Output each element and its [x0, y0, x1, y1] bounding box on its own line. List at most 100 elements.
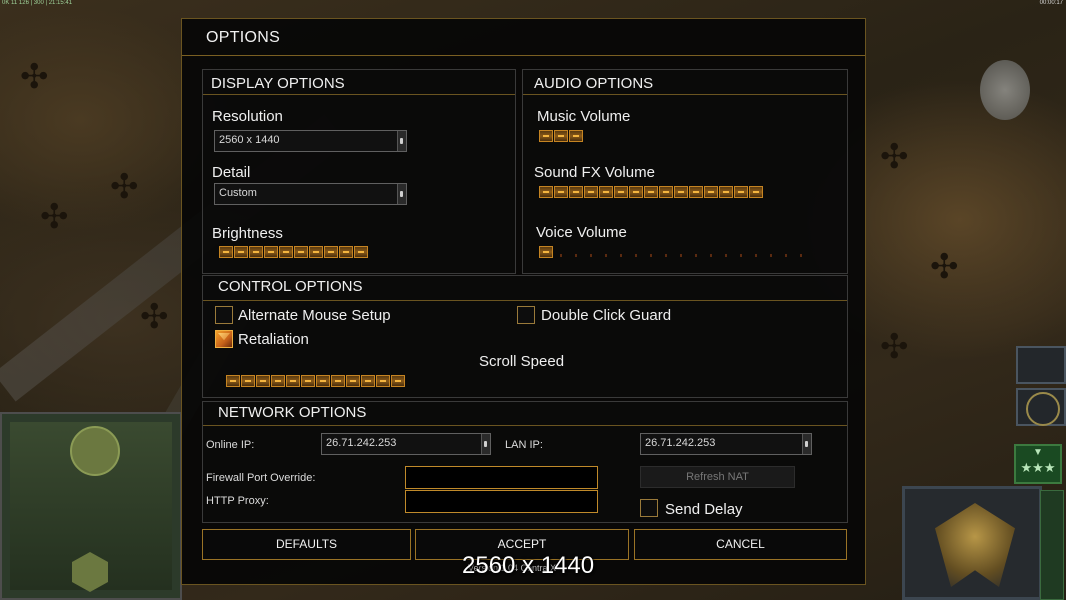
slider-segment-filled[interactable]	[539, 130, 553, 142]
slider-segment-filled[interactable]	[309, 246, 323, 258]
slider-segment-filled[interactable]	[346, 375, 360, 387]
slider-segment-filled[interactable]	[614, 186, 628, 198]
slider-segment-empty[interactable]	[644, 246, 658, 258]
slider-segment-filled[interactable]	[719, 186, 733, 198]
slider-segment-filled[interactable]	[554, 186, 568, 198]
slider-segment-filled[interactable]	[339, 246, 353, 258]
lan-ip-dropdown[interactable]: 26.71.242.253	[640, 433, 812, 455]
alternate-mouse-checkbox[interactable]	[215, 306, 233, 324]
slider-segment-empty[interactable]	[659, 246, 673, 258]
power-bar	[1040, 490, 1064, 600]
slider-segment-filled[interactable]	[301, 375, 315, 387]
slider-segment-filled[interactable]	[286, 375, 300, 387]
divider	[203, 300, 847, 301]
minimap[interactable]	[0, 412, 182, 600]
sfx-volume-slider[interactable]	[539, 186, 763, 200]
slider-segment-empty[interactable]	[614, 246, 628, 258]
slider-segment-empty[interactable]	[674, 246, 688, 258]
scroll-speed-slider[interactable]	[226, 375, 405, 389]
double-click-guard-label[interactable]: Double Click Guard	[541, 307, 671, 324]
slider-segment-empty[interactable]	[734, 246, 748, 258]
slider-segment-filled[interactable]	[689, 186, 703, 198]
slider-segment-empty[interactable]	[629, 246, 643, 258]
slider-segment-empty[interactable]	[794, 246, 808, 258]
send-delay-label[interactable]: Send Delay	[665, 501, 743, 518]
slider-segment-filled[interactable]	[324, 246, 338, 258]
options-window: OPTIONS DISPLAY OPTIONS Resolution 2560 …	[181, 18, 866, 585]
slider-segment-filled[interactable]	[234, 246, 248, 258]
slider-segment-filled[interactable]	[584, 186, 598, 198]
slider-segment-filled[interactable]	[316, 375, 330, 387]
slider-segment-filled[interactable]	[361, 375, 375, 387]
http-proxy-input[interactable]	[405, 490, 598, 513]
slider-segment-empty[interactable]	[719, 246, 733, 258]
online-ip-label: Online IP:	[206, 439, 255, 451]
slider-segment-filled[interactable]	[226, 375, 240, 387]
brightness-slider[interactable]	[219, 246, 368, 260]
cancel-button[interactable]: CANCEL	[634, 529, 847, 560]
slider-segment-filled[interactable]	[271, 375, 285, 387]
double-click-guard-checkbox[interactable]	[517, 306, 535, 324]
slider-segment-filled[interactable]	[256, 375, 270, 387]
resolution-dropdown[interactable]: 2560 x 1440	[214, 130, 407, 152]
firewall-port-input[interactable]	[405, 466, 598, 489]
slider-segment-filled[interactable]	[539, 246, 553, 258]
compass-icon[interactable]	[1016, 388, 1066, 426]
defaults-button[interactable]: DEFAULTS	[202, 529, 411, 560]
slider-segment-filled[interactable]	[704, 186, 718, 198]
scroll-knob-icon[interactable]	[397, 131, 406, 151]
lan-ip-value: 26.71.242.253	[645, 437, 716, 449]
slider-segment-filled[interactable]	[749, 186, 763, 198]
online-ip-dropdown[interactable]: 26.71.242.253	[321, 433, 491, 455]
scroll-knob-icon[interactable]	[481, 434, 490, 454]
slider-segment-filled[interactable]	[644, 186, 658, 198]
control-options-heading: CONTROL OPTIONS	[218, 278, 363, 295]
slider-segment-filled[interactable]	[539, 186, 553, 198]
detail-dropdown[interactable]: Custom	[214, 183, 407, 205]
tree: ✣	[880, 138, 909, 176]
slider-segment-filled[interactable]	[354, 246, 368, 258]
slider-segment-empty[interactable]	[779, 246, 793, 258]
slider-segment-filled[interactable]	[599, 186, 613, 198]
refresh-nat-button[interactable]: Refresh NAT	[640, 466, 795, 488]
slider-segment-filled[interactable]	[279, 246, 293, 258]
unit-portrait-button[interactable]	[1016, 346, 1066, 384]
slider-segment-filled[interactable]	[391, 375, 405, 387]
slider-segment-filled[interactable]	[734, 186, 748, 198]
slider-segment-empty[interactable]	[584, 246, 598, 258]
slider-segment-filled[interactable]	[331, 375, 345, 387]
slider-segment-empty[interactable]	[704, 246, 718, 258]
audio-options-heading: AUDIO OPTIONS	[534, 75, 654, 92]
slider-segment-filled[interactable]	[264, 246, 278, 258]
http-proxy-label: HTTP Proxy:	[206, 495, 269, 507]
slider-segment-empty[interactable]	[554, 246, 568, 258]
slider-segment-empty[interactable]	[569, 246, 583, 258]
slider-segment-filled[interactable]	[569, 186, 583, 198]
alternate-mouse-label[interactable]: Alternate Mouse Setup	[238, 307, 391, 324]
scroll-knob-icon[interactable]	[397, 184, 406, 204]
retaliation-label[interactable]: Retaliation	[238, 331, 309, 348]
tree: ✣	[40, 198, 69, 236]
resolution-overlay-text: 2560 x 1440	[462, 552, 595, 579]
game-timer: 00:00:17	[1039, 0, 1063, 6]
slider-segment-filled[interactable]	[294, 246, 308, 258]
slider-segment-filled[interactable]	[249, 246, 263, 258]
slider-segment-filled[interactable]	[376, 375, 390, 387]
slider-segment-filled[interactable]	[659, 186, 673, 198]
send-delay-checkbox[interactable]	[640, 499, 658, 517]
slider-segment-filled[interactable]	[569, 130, 583, 142]
slider-segment-empty[interactable]	[749, 246, 763, 258]
slider-segment-filled[interactable]	[674, 186, 688, 198]
slider-segment-empty[interactable]	[764, 246, 778, 258]
music-volume-slider[interactable]	[539, 130, 583, 144]
tree: ✣	[880, 328, 909, 366]
slider-segment-filled[interactable]	[554, 130, 568, 142]
slider-segment-filled[interactable]	[241, 375, 255, 387]
slider-segment-empty[interactable]	[599, 246, 613, 258]
slider-segment-filled[interactable]	[219, 246, 233, 258]
slider-segment-empty[interactable]	[689, 246, 703, 258]
scroll-knob-icon[interactable]	[802, 434, 811, 454]
slider-segment-filled[interactable]	[629, 186, 643, 198]
retaliation-checkbox[interactable]	[215, 330, 233, 348]
voice-volume-slider[interactable]	[539, 246, 808, 260]
